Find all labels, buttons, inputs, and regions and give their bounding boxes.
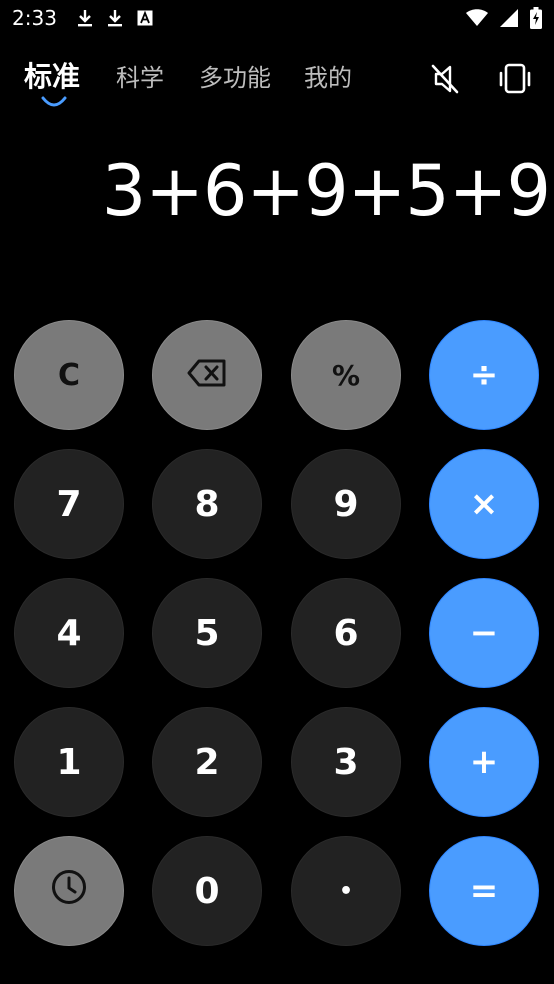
equals-button[interactable]: = bbox=[429, 836, 539, 946]
digit-4-button[interactable]: 4 bbox=[14, 578, 124, 688]
digit-7-button[interactable]: 7 bbox=[14, 449, 124, 559]
digit-2-button[interactable]: 2 bbox=[152, 707, 262, 817]
digit-0-button[interactable]: 0 bbox=[152, 836, 262, 946]
backspace-icon bbox=[187, 355, 227, 396]
percent-button[interactable]: % bbox=[291, 320, 401, 430]
digit-3-button[interactable]: 3 bbox=[291, 707, 401, 817]
clock-icon bbox=[50, 868, 88, 915]
history-button[interactable] bbox=[14, 836, 124, 946]
keypad: C % ÷ 7 8 9 × 4 5 6 − 1 2 3 + 0 • = bbox=[0, 0, 554, 984]
minus-button[interactable]: − bbox=[429, 578, 539, 688]
clear-button[interactable]: C bbox=[14, 320, 124, 430]
digit-1-button[interactable]: 1 bbox=[14, 707, 124, 817]
digit-8-button[interactable]: 8 bbox=[152, 449, 262, 559]
decimal-point-button[interactable]: • bbox=[291, 836, 401, 946]
digit-5-button[interactable]: 5 bbox=[152, 578, 262, 688]
digit-9-button[interactable]: 9 bbox=[291, 449, 401, 559]
multiply-button[interactable]: × bbox=[429, 449, 539, 559]
plus-button[interactable]: + bbox=[429, 707, 539, 817]
divide-button[interactable]: ÷ bbox=[429, 320, 539, 430]
digit-6-button[interactable]: 6 bbox=[291, 578, 401, 688]
backspace-button[interactable] bbox=[152, 320, 262, 430]
